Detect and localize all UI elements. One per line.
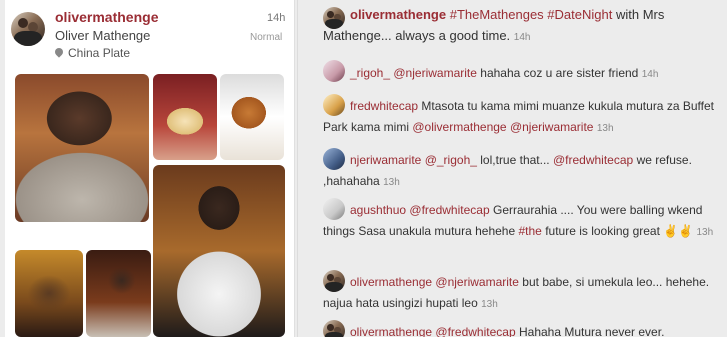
comment-text: future is looking great [545,224,660,238]
victory-hand-emoji: ✌️✌️ [663,224,694,238]
comment-username[interactable]: _rigoh_ [350,66,390,80]
photo-woman-smiling[interactable] [15,74,149,222]
hashtag[interactable]: #TheMathenges [450,7,544,22]
column-divider [297,0,298,337]
post-card: olivermathenge Oliver Mathenge China Pla… [5,0,295,337]
mention-link[interactable]: @fredwhitecap [409,203,489,217]
photo-selfie[interactable] [15,250,83,337]
mention-link[interactable]: @njeriwamarite [435,275,519,289]
comment-text: lol,true that... [480,153,550,167]
photo-pasta-dish[interactable] [153,74,217,160]
caption-username[interactable]: olivermathenge [350,7,446,22]
comment-text: hahaha coz u are sister friend [480,66,639,80]
comment-time: 14h [641,69,659,80]
photo-fried-rings[interactable] [220,74,284,160]
comment-text: Hahaha Mutura never ever. [518,325,665,337]
comment-username[interactable]: agushthuo [350,203,406,217]
comment-time: 13h [596,123,614,134]
post-time: 14h [267,12,286,24]
mention-link[interactable]: @njeriwamarite [393,66,477,80]
mention-link[interactable]: @fredwhitecap [435,325,515,337]
caption-time: 14h [513,32,531,43]
comment-time: 13h [383,177,400,188]
post-location[interactable]: China Plate [53,46,131,60]
comment-time: 13h [696,227,714,238]
location-label: China Plate [68,46,131,60]
mention-link[interactable]: @fredwhitecap [553,153,633,167]
author-avatar[interactable] [11,12,45,46]
author-full-name: Oliver Mathenge [55,28,151,43]
location-pin-icon [53,46,65,58]
comment-username[interactable]: olivermathenge [350,325,432,337]
mention-link[interactable]: @olivermathenge [412,120,506,134]
photo-man-with-glasses[interactable] [153,165,285,337]
comment-username[interactable]: olivermathenge [350,275,432,289]
comment-time: 13h [481,299,498,310]
mention-link[interactable]: @_rigoh_ [425,153,477,167]
photo-filter-label: Normal [250,32,283,43]
hashtag[interactable]: #DateNight [547,7,612,22]
comments-panel: olivermathenge #TheMathenges #DateNight … [300,0,727,337]
comment-username[interactable]: fredwhitecap [350,99,418,113]
author-username[interactable]: olivermathenge [55,9,158,25]
photo-woman-table[interactable] [86,250,151,337]
comment-username[interactable]: njeriwamarite [350,153,421,167]
mention-link[interactable]: @njeriwamarite [510,120,594,134]
hashtag[interactable]: #the [518,224,541,238]
